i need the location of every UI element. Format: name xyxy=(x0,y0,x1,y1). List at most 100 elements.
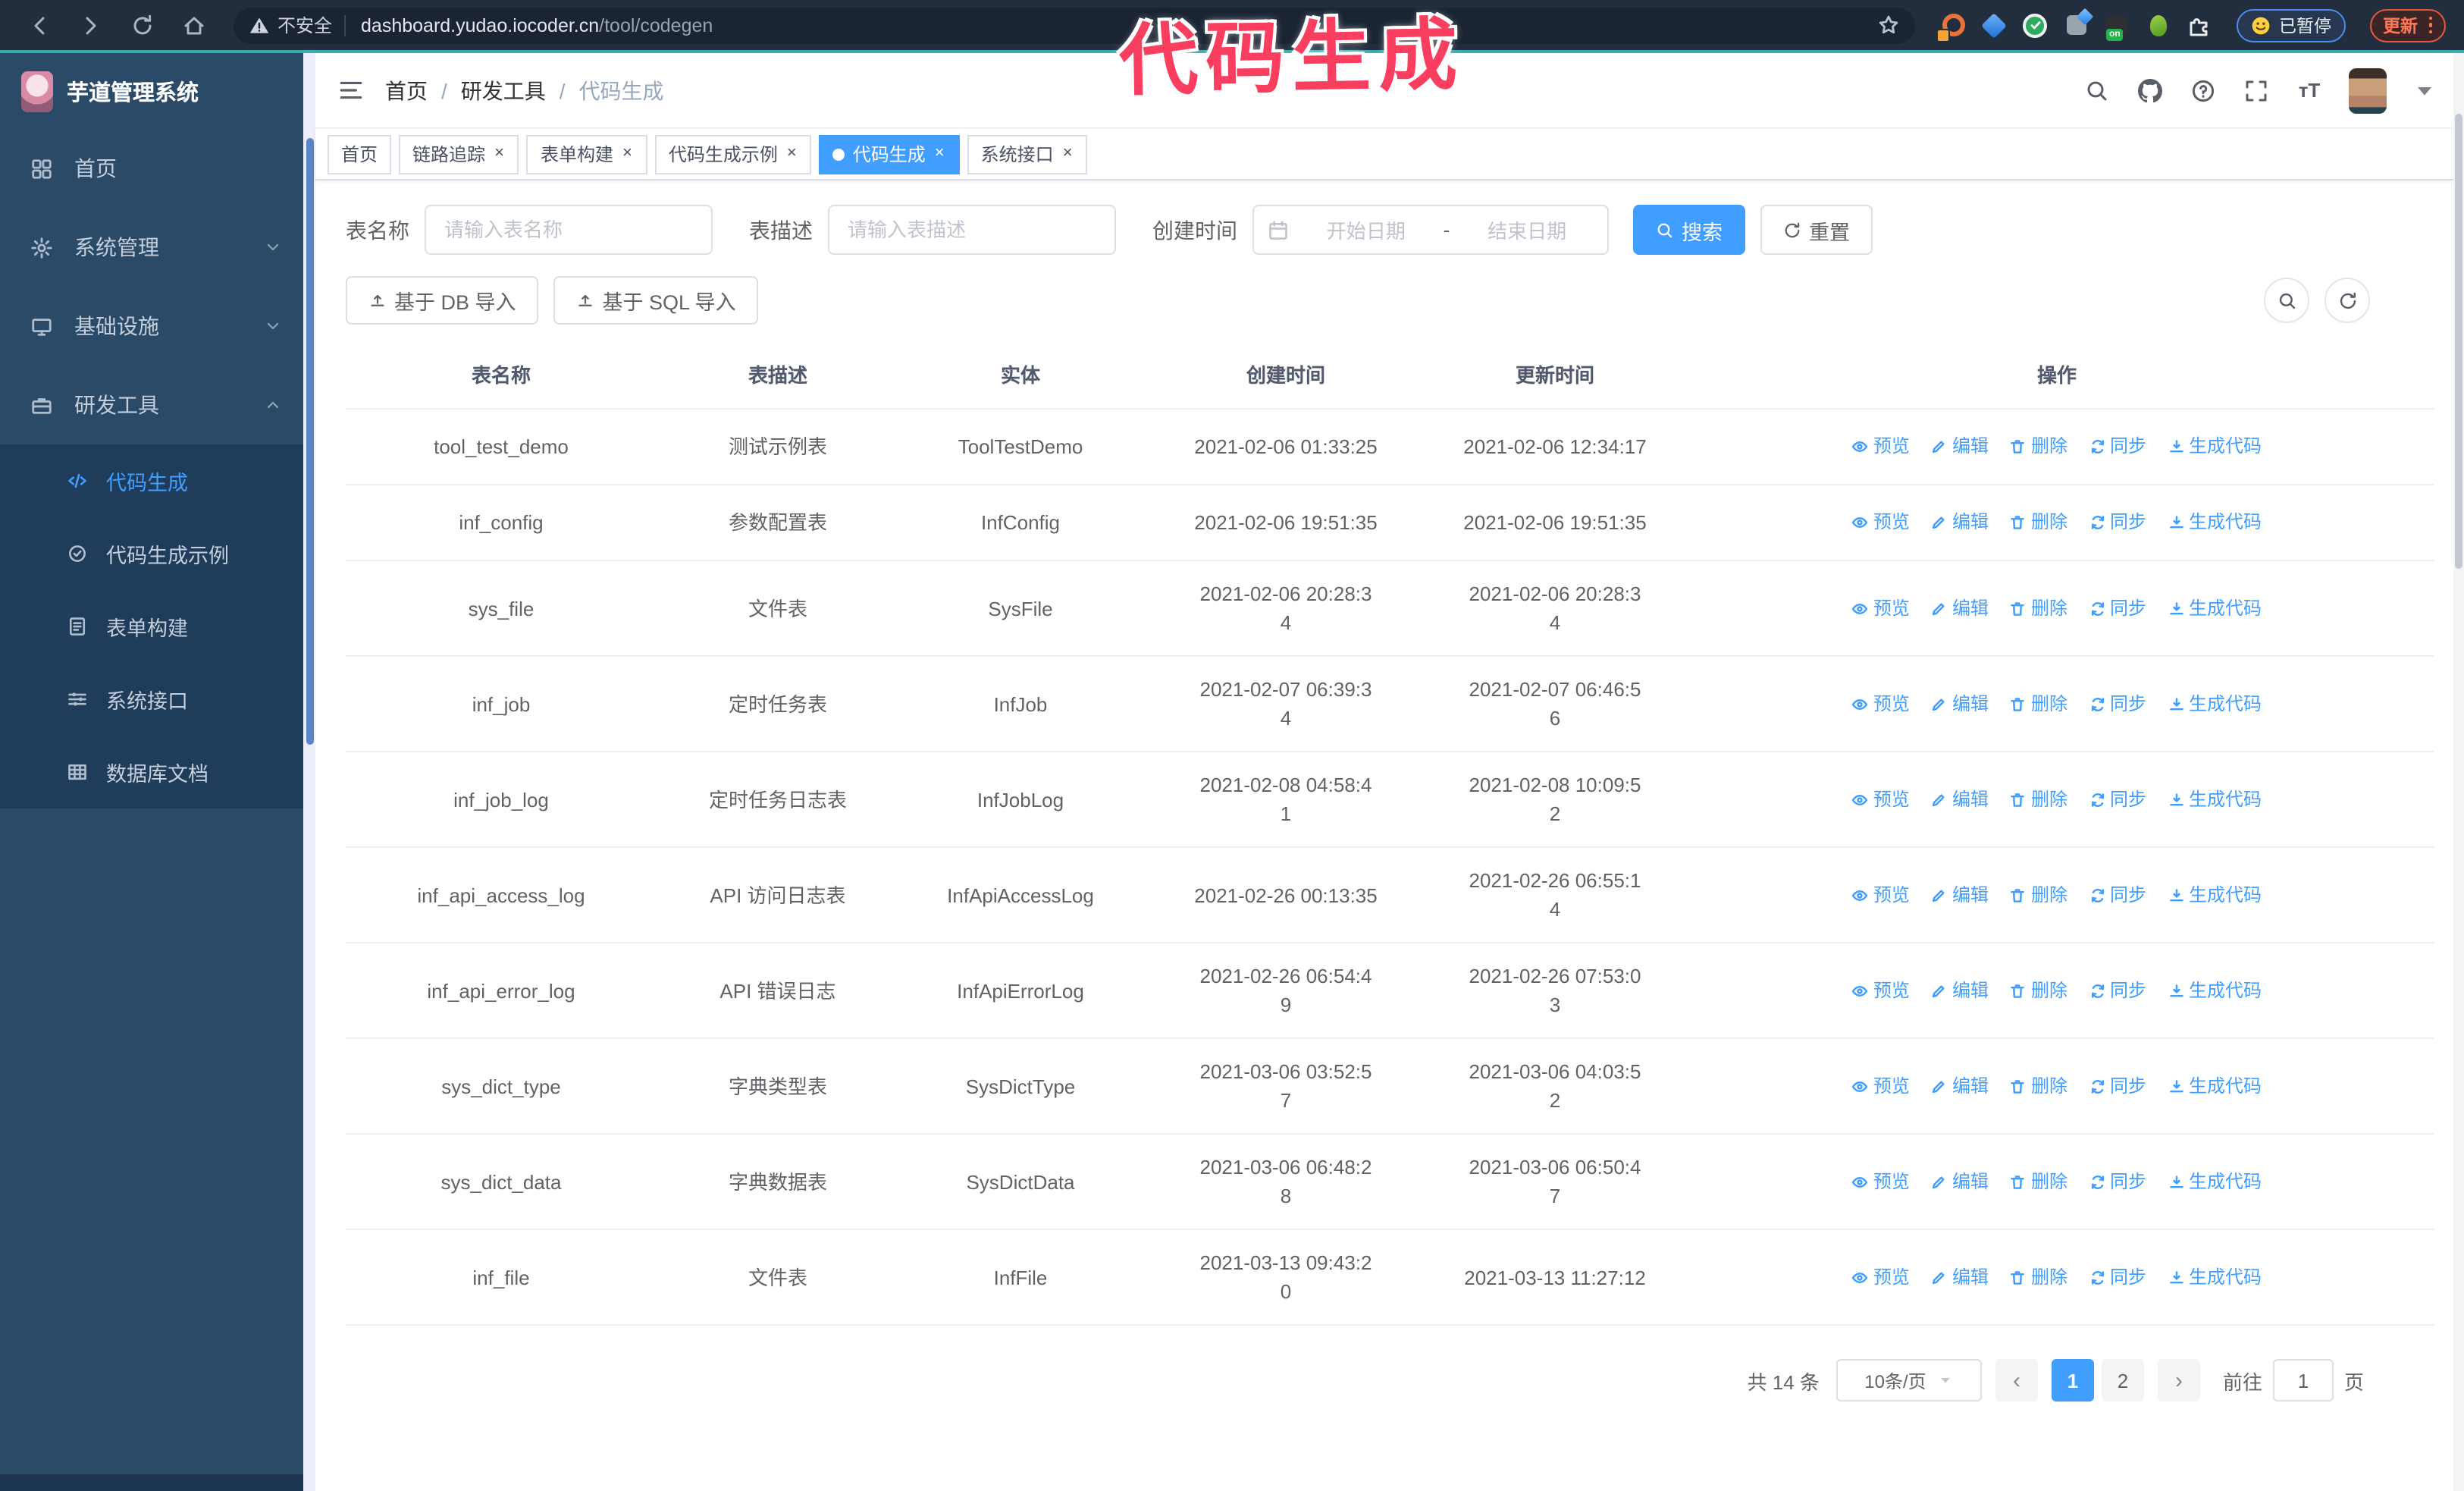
action-delete-link[interactable]: 删除 xyxy=(2010,1167,2067,1196)
browser-back-icon[interactable] xyxy=(18,4,61,46)
action-edit-link[interactable]: 编辑 xyxy=(1931,1167,1989,1196)
action-sync-link[interactable]: 同步 xyxy=(2089,1263,2146,1292)
action-preview-link[interactable]: 预览 xyxy=(1852,432,1910,461)
ext-orange-ring-icon[interactable] xyxy=(1936,11,1967,42)
browser-reload-icon[interactable] xyxy=(121,4,164,46)
import-db-button[interactable]: 基于 DB 导入 xyxy=(346,276,539,325)
action-generate-link[interactable]: 生成代码 xyxy=(2168,880,2262,909)
page-button-2[interactable]: 2 xyxy=(2101,1359,2144,1402)
action-generate-link[interactable]: 生成代码 xyxy=(2168,1167,2262,1196)
action-preview-link[interactable]: 预览 xyxy=(1852,594,1910,623)
next-page-button[interactable]: › xyxy=(2157,1359,2200,1402)
close-icon[interactable]: × xyxy=(785,144,798,164)
close-icon[interactable]: × xyxy=(1061,144,1074,164)
ext-green-leaf-icon[interactable] xyxy=(2144,11,2171,39)
action-generate-link[interactable]: 生成代码 xyxy=(2168,976,2262,1005)
action-delete-link[interactable]: 删除 xyxy=(2010,785,2067,814)
help-icon[interactable] xyxy=(2190,77,2217,104)
github-icon[interactable] xyxy=(2136,77,2164,104)
browser-menu-icon[interactable] xyxy=(2428,16,2432,34)
action-sync-link[interactable]: 同步 xyxy=(2089,594,2146,623)
action-sync-link[interactable]: 同步 xyxy=(2089,1167,2146,1196)
sidebar-subitem[interactable]: 代码生成示例 xyxy=(0,517,303,590)
action-sync-link[interactable]: 同步 xyxy=(2089,689,2146,718)
action-generate-link[interactable]: 生成代码 xyxy=(2168,785,2262,814)
sidebar-item[interactable]: 基础设施 xyxy=(0,287,303,366)
action-delete-link[interactable]: 删除 xyxy=(2010,880,2067,909)
toggle-search-button[interactable] xyxy=(2264,278,2309,323)
action-preview-link[interactable]: 预览 xyxy=(1852,785,1910,814)
refresh-table-button[interactable] xyxy=(2324,278,2370,323)
action-generate-link[interactable]: 生成代码 xyxy=(2168,508,2262,537)
close-icon[interactable]: × xyxy=(621,144,634,164)
page-scrollbar-thumb[interactable] xyxy=(2455,114,2462,569)
action-edit-link[interactable]: 编辑 xyxy=(1931,880,1989,909)
action-edit-link[interactable]: 编辑 xyxy=(1931,594,1989,623)
page-scrollbar[interactable] xyxy=(2453,53,2464,1491)
action-generate-link[interactable]: 生成代码 xyxy=(2168,1263,2262,1292)
tab-item[interactable]: 系统接口 × xyxy=(967,134,1088,174)
reset-button[interactable]: 重置 xyxy=(1760,205,1873,255)
table-desc-input[interactable] xyxy=(828,205,1116,255)
action-generate-link[interactable]: 生成代码 xyxy=(2168,1072,2262,1100)
action-delete-link[interactable]: 删除 xyxy=(2010,432,2067,461)
action-sync-link[interactable]: 同步 xyxy=(2089,508,2146,537)
date-range-picker[interactable]: 开始日期 - 结束日期 xyxy=(1252,205,1609,255)
action-edit-link[interactable]: 编辑 xyxy=(1931,432,1989,461)
action-preview-link[interactable]: 预览 xyxy=(1852,689,1910,718)
action-delete-link[interactable]: 删除 xyxy=(2010,508,2067,537)
action-sync-link[interactable]: 同步 xyxy=(2089,785,2146,814)
goto-page-input[interactable] xyxy=(2272,1359,2334,1402)
action-generate-link[interactable]: 生成代码 xyxy=(2168,689,2262,718)
app-logo-bar[interactable]: 芋道管理系统 xyxy=(0,53,303,129)
browser-update-button[interactable]: 更新 xyxy=(2369,8,2446,42)
extensions-puzzle-icon[interactable] xyxy=(2185,11,2212,39)
action-preview-link[interactable]: 预览 xyxy=(1852,508,1910,537)
prev-page-button[interactable]: ‹ xyxy=(1995,1359,2038,1402)
action-delete-link[interactable]: 删除 xyxy=(2010,1263,2067,1292)
action-edit-link[interactable]: 编辑 xyxy=(1931,785,1989,814)
sidebar-item[interactable]: 研发工具 xyxy=(0,366,303,444)
hamburger-icon[interactable] xyxy=(328,67,373,113)
sidebar-scrollbar-thumb[interactable] xyxy=(306,138,313,745)
action-edit-link[interactable]: 编辑 xyxy=(1931,1072,1989,1100)
table-name-input[interactable] xyxy=(425,205,713,255)
action-preview-link[interactable]: 预览 xyxy=(1852,880,1910,909)
sidebar-collapse-bar[interactable] xyxy=(0,1474,303,1491)
action-sync-link[interactable]: 同步 xyxy=(2089,976,2146,1005)
action-preview-link[interactable]: 预览 xyxy=(1852,1167,1910,1196)
breadcrumb-item[interactable]: 首页 xyxy=(385,75,428,105)
page-button-1[interactable]: 1 xyxy=(2051,1359,2094,1402)
page-size-select[interactable]: 10条/页 xyxy=(1835,1359,1982,1402)
sidebar-item[interactable]: 首页 xyxy=(0,129,303,208)
action-delete-link[interactable]: 删除 xyxy=(2010,1072,2067,1100)
action-edit-link[interactable]: 编辑 xyxy=(1931,508,1989,537)
ext-on-badge-icon[interactable]: on xyxy=(2103,11,2130,40)
sidebar-scrollbar[interactable] xyxy=(303,53,315,1491)
sidebar-subitem[interactable]: 系统接口 xyxy=(0,663,303,736)
caret-down-icon[interactable] xyxy=(2412,78,2437,102)
action-edit-link[interactable]: 编辑 xyxy=(1931,976,1989,1005)
tab-item[interactable]: 代码生成示例 × xyxy=(654,134,812,174)
tab-active[interactable]: 代码生成 × xyxy=(819,134,960,174)
sidebar-item[interactable]: 系统管理 xyxy=(0,208,303,287)
avatar[interactable] xyxy=(2349,67,2387,113)
action-generate-link[interactable]: 生成代码 xyxy=(2168,432,2262,461)
bookmark-star-icon[interactable] xyxy=(1877,14,1900,36)
action-edit-link[interactable]: 编辑 xyxy=(1931,1263,1989,1292)
sidebar-subitem[interactable]: 数据库文档 xyxy=(0,736,303,808)
action-edit-link[interactable]: 编辑 xyxy=(1931,689,1989,718)
browser-home-icon[interactable] xyxy=(173,4,215,46)
browser-forward-icon[interactable] xyxy=(70,4,112,46)
action-sync-link[interactable]: 同步 xyxy=(2089,880,2146,909)
address-bar[interactable]: 不安全 dashboard.yudao.iocoder.cn/tool/code… xyxy=(234,7,1915,43)
action-sync-link[interactable]: 同步 xyxy=(2089,432,2146,461)
tab-item[interactable]: 首页 xyxy=(328,134,392,174)
search-button[interactable]: 搜索 xyxy=(1633,205,1745,255)
breadcrumb-item[interactable]: 研发工具 xyxy=(461,75,546,105)
sidebar-subitem[interactable]: 表单构建 xyxy=(0,590,303,663)
action-preview-link[interactable]: 预览 xyxy=(1852,976,1910,1005)
ext-green-check-icon[interactable] xyxy=(2021,11,2049,39)
tab-item[interactable]: 表单构建 × xyxy=(526,134,647,174)
import-sql-button[interactable]: 基于 SQL 导入 xyxy=(553,276,759,325)
